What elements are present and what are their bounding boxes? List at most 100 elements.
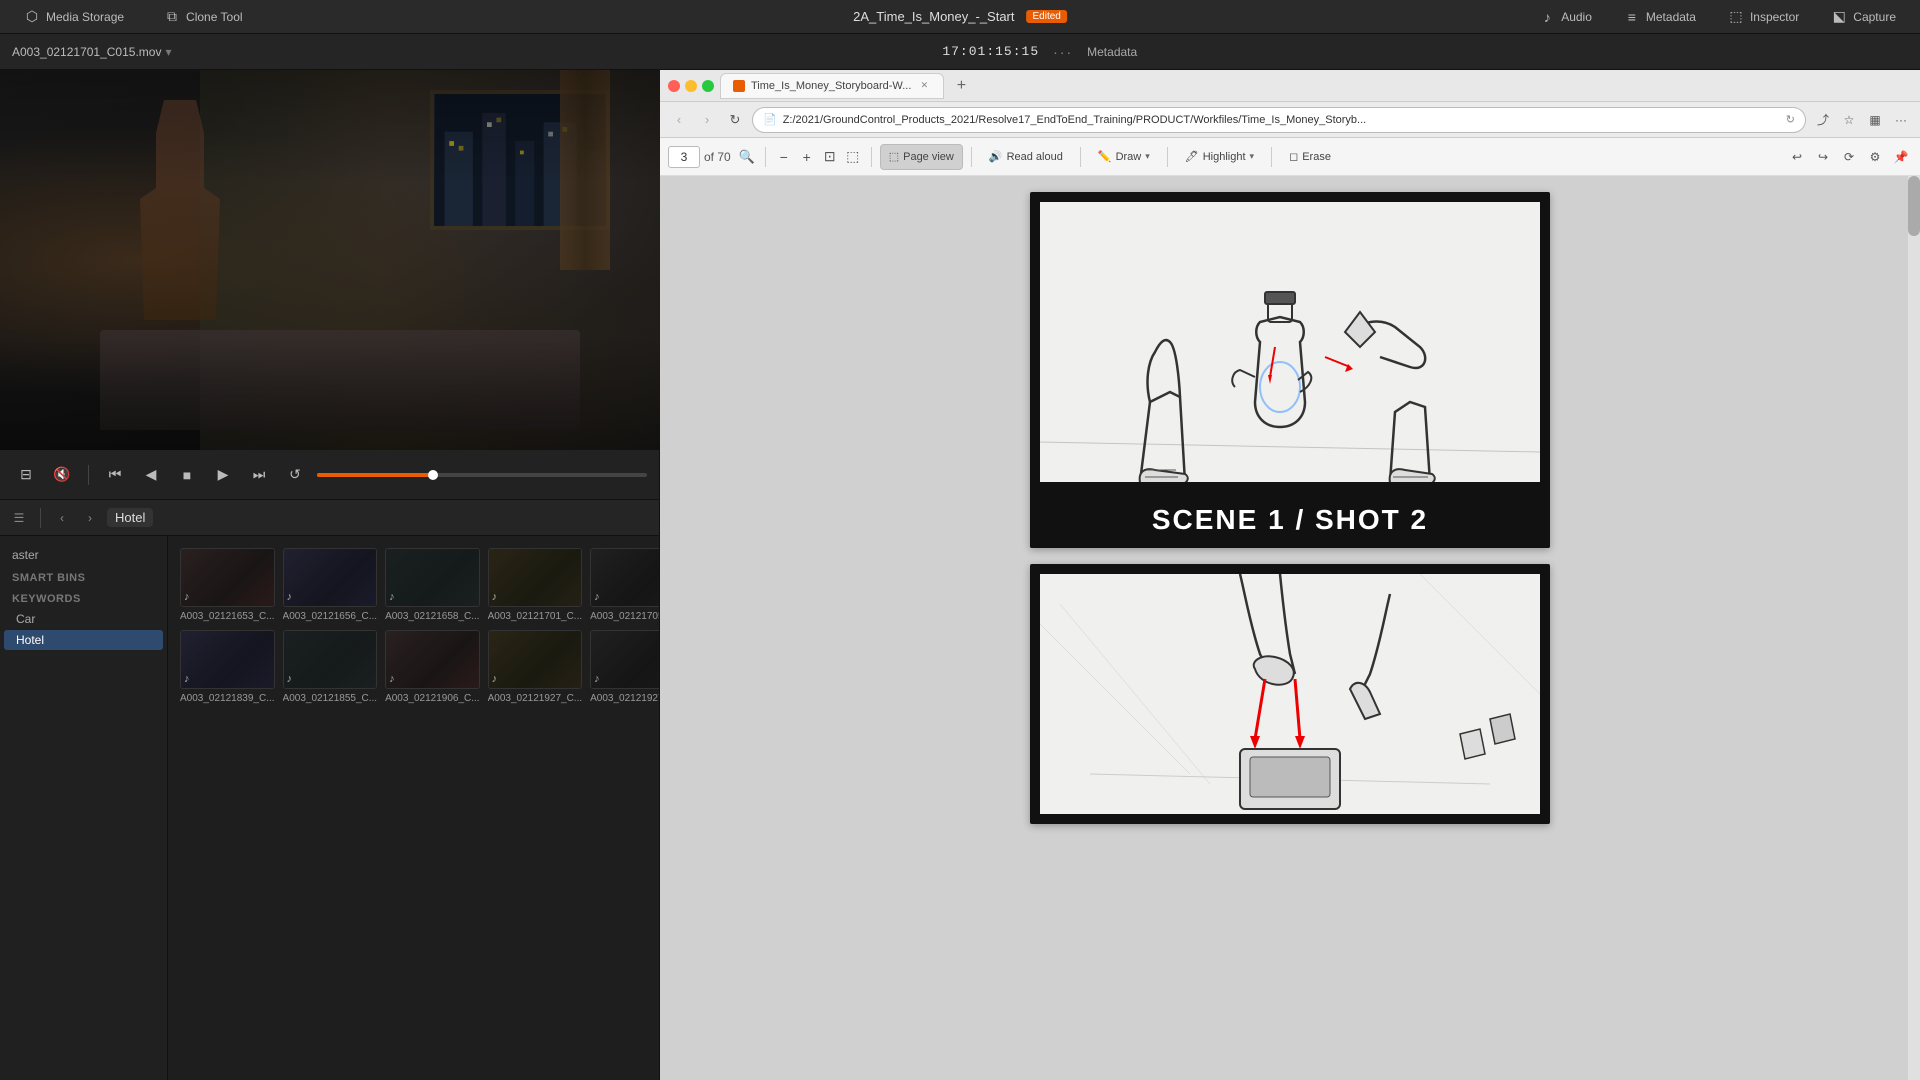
media-storage-btn[interactable]: ⬡ Media Storage xyxy=(16,6,132,28)
media-item-1[interactable]: ♪ A003_02121653_C... xyxy=(180,548,275,622)
address-bar-input[interactable]: 📄 Z:/2021/GroundControl_Products_2021/Re… xyxy=(752,107,1806,133)
music-icon-9: ♪ xyxy=(492,673,498,685)
pdf-pin-btn[interactable]: 📌 xyxy=(1890,146,1912,168)
project-title: 2A_Time_Is_Money_-_Start xyxy=(853,9,1014,24)
new-tab-btn[interactable]: + xyxy=(950,75,972,97)
music-icon-2: ♪ xyxy=(287,591,293,603)
media-item-5[interactable]: ♪ A003_02121705_C... xyxy=(590,548,659,622)
bin-forward-btn[interactable]: › xyxy=(79,507,101,529)
media-storage-icon: ⬡ xyxy=(24,9,40,25)
media-item-10[interactable]: ♪ A003_02121927_C... xyxy=(590,630,659,704)
capture-btn[interactable]: ⬕ Capture xyxy=(1823,6,1904,28)
pdf-page-1: SCENE 1 / SHOT 2 xyxy=(1030,192,1550,548)
browser-collections-btn[interactable]: ▦ xyxy=(1864,109,1886,131)
toggle-btn[interactable]: ⊟ xyxy=(12,461,40,489)
secondary-bar-left: A003_02121701_C015.mov ▾ xyxy=(12,45,172,59)
metadata-label: Metadata xyxy=(1646,10,1696,24)
media-item-4[interactable]: ♪ A003_02121701_C... xyxy=(488,548,583,622)
progress-bar[interactable] xyxy=(317,473,647,477)
media-name-1: A003_02121653_C... xyxy=(180,611,275,622)
edited-badge: Edited xyxy=(1027,10,1067,23)
pdf-draw-btn[interactable]: ✏️ Draw ▾ xyxy=(1089,144,1159,170)
minimize-window-btn[interactable] xyxy=(685,80,697,92)
close-window-btn[interactable] xyxy=(668,80,680,92)
media-item-2[interactable]: ♪ A003_02121656_C... xyxy=(283,548,378,622)
keywords-section: Keywords xyxy=(0,587,167,608)
media-name-9: A003_02121927_C... xyxy=(488,693,583,704)
file-path-btn[interactable]: A003_02121701_C015.mov ▾ xyxy=(12,45,172,59)
pdf-zoom-in-btn[interactable]: + xyxy=(797,147,817,167)
pdf-search-btn[interactable]: 🔍 xyxy=(737,147,757,167)
browser-scrollbar[interactable] xyxy=(1908,176,1920,1080)
pdf-page-input[interactable]: 3 xyxy=(668,146,700,168)
media-item-6[interactable]: ♪ A003_02121839_C... xyxy=(180,630,275,704)
audio-btn[interactable]: ♪ Audio xyxy=(1531,6,1600,28)
inspector-btn[interactable]: ⬚ Inspector xyxy=(1720,6,1807,28)
browser-content[interactable]: SCENE 1 / SHOT 2 xyxy=(660,176,1920,1080)
media-item-3[interactable]: ♪ A003_02121658_C... xyxy=(385,548,480,622)
media-bins-area: ☰ ‹ › Hotel aster Smart Bins Keywords Ca… xyxy=(0,500,659,1080)
master-label: aster xyxy=(0,544,167,566)
media-item-9[interactable]: ♪ A003_02121927_C... xyxy=(488,630,583,704)
media-thumb-3: ♪ xyxy=(385,548,480,607)
file-path-chevron: ▾ xyxy=(165,45,171,59)
pdf-fit-width-btn[interactable]: ⬚ xyxy=(843,147,863,167)
metadata-btn[interactable]: ≡ Metadata xyxy=(1616,6,1704,28)
pdf-page-view-label: Page view xyxy=(903,151,954,163)
media-item-8[interactable]: ♪ A003_02121906_C... xyxy=(385,630,480,704)
go-to-start-btn[interactable]: ⏮ xyxy=(101,461,129,489)
more-options-btn[interactable]: ··· xyxy=(1047,42,1079,62)
metadata-display-label: Metadata xyxy=(1087,45,1137,59)
pdf-page-nav: 3 of 70 xyxy=(668,146,731,168)
browser-more-btn[interactable]: ··· xyxy=(1890,109,1912,131)
music-icon-8: ♪ xyxy=(389,673,395,685)
media-name-6: A003_02121839_C... xyxy=(180,693,275,704)
pdf-toolbar-right: ↩ ↪ ⟳ ⚙ 📌 xyxy=(1786,146,1912,168)
prev-frame-btn[interactable]: ◀ xyxy=(137,461,165,489)
media-item-7[interactable]: ♪ A003_02121855_C... xyxy=(283,630,378,704)
pdf-undo-btn[interactable]: ↩ xyxy=(1786,146,1808,168)
media-thumb-4: ♪ xyxy=(488,548,583,607)
play-btn[interactable]: ▶ xyxy=(209,461,237,489)
browser-tab-active[interactable]: Time_Is_Money_Storyboard-W... ✕ xyxy=(720,73,944,99)
pdf-settings-btn[interactable]: ⚙ xyxy=(1864,146,1886,168)
browser-share-btn[interactable]: ⤴ xyxy=(1812,109,1834,131)
stop-btn[interactable]: ■ xyxy=(173,461,201,489)
music-icon-3: ♪ xyxy=(389,591,395,603)
loop-btn[interactable]: ↺ xyxy=(281,461,309,489)
toolbar-divider xyxy=(40,508,41,528)
bin-item-hotel[interactable]: Hotel xyxy=(4,630,163,650)
media-grid: ♪ A003_02121653_C... ♪ A003_02121656_C..… xyxy=(180,548,647,704)
browser-forward-btn[interactable]: › xyxy=(696,109,718,131)
pdf-page-view-btn[interactable]: ⬚ Page view xyxy=(880,144,963,170)
scrollbar-thumb[interactable] xyxy=(1908,176,1920,236)
address-text: Z:/2021/GroundControl_Products_2021/Reso… xyxy=(783,114,1780,126)
browser-title-bar: Time_Is_Money_Storyboard-W... ✕ + xyxy=(660,70,1920,102)
tab-close-btn[interactable]: ✕ xyxy=(917,79,931,93)
mute-btn[interactable]: 🔇 xyxy=(48,461,76,489)
browser-refresh-btn[interactable]: ↻ xyxy=(724,109,746,131)
bin-item-car[interactable]: Car xyxy=(4,609,163,629)
pdf-draw-arrow: ▾ xyxy=(1145,151,1150,162)
pdf-read-aloud-btn[interactable]: 🔊 Read aloud xyxy=(980,144,1072,170)
maximize-window-btn[interactable] xyxy=(702,80,714,92)
pdf-page-view-icon: ⬚ xyxy=(889,150,899,163)
pdf-erase-btn[interactable]: ◻ Erase xyxy=(1280,144,1340,170)
bin-toolbar: ☰ ‹ › Hotel xyxy=(0,500,659,536)
go-to-end-btn[interactable]: ⏭ xyxy=(245,461,273,489)
browser-bookmark-btn[interactable]: ☆ xyxy=(1838,109,1860,131)
clone-tool-btn[interactable]: ⧉ Clone Tool xyxy=(156,6,250,28)
pdf-redo-btn[interactable]: ↪ xyxy=(1812,146,1834,168)
media-name-8: A003_02121906_C... xyxy=(385,693,480,704)
bin-back-btn[interactable]: ‹ xyxy=(51,507,73,529)
media-storage-label: Media Storage xyxy=(46,10,124,24)
capture-icon: ⬕ xyxy=(1831,9,1847,25)
title-bar-right: ♪ Audio ≡ Metadata ⬚ Inspector ⬕ Capture xyxy=(1531,6,1904,28)
toggle-bin-panel[interactable]: ☰ xyxy=(8,507,30,529)
pdf-highlight-btn[interactable]: 🖊 Highlight ▾ xyxy=(1176,144,1263,170)
browser-back-btn[interactable]: ‹ xyxy=(668,109,690,131)
pdf-zoom-out-btn[interactable]: − xyxy=(774,147,794,167)
pdf-rotate-btn[interactable]: ⟳ xyxy=(1838,146,1860,168)
current-bin-title: Hotel xyxy=(107,508,153,527)
pdf-fit-page-btn[interactable]: ⊡ xyxy=(820,147,840,167)
